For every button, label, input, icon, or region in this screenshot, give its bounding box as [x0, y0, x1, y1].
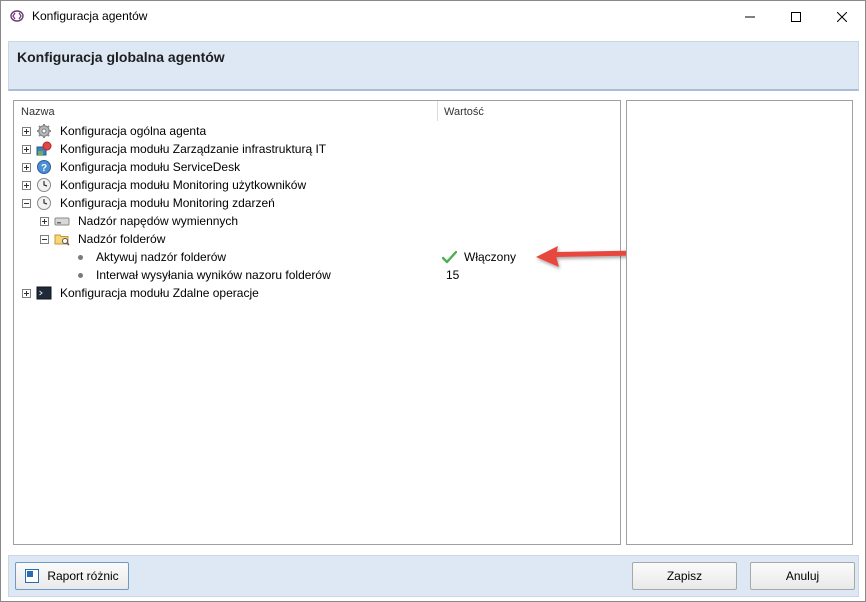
setting-label: Aktywuj nadzór folderów: [96, 250, 227, 264]
folder-search-icon: [54, 234, 70, 246]
tree-node-event-monitoring[interactable]: Konfiguracja modułu Monitoring zdarzeń: [14, 194, 620, 212]
report-differences-label: Raport różnic: [47, 569, 119, 583]
column-header-value[interactable]: Wartość: [444, 101, 484, 121]
column-header-name[interactable]: Nazwa: [21, 101, 436, 121]
bullet-icon: [78, 273, 83, 278]
save-label: Zapisz: [666, 569, 703, 583]
page-title: Konfiguracja globalna agentów: [17, 49, 225, 65]
report-differences-button[interactable]: Raport różnic: [15, 562, 129, 590]
header-band: Konfiguracja globalna agentów: [8, 41, 859, 91]
setting-value[interactable]: Włączony: [464, 250, 516, 264]
terminal-icon: [36, 286, 52, 300]
expand-icon[interactable]: [22, 181, 31, 190]
expand-icon[interactable]: [40, 217, 49, 226]
minimize-button[interactable]: [727, 1, 773, 32]
tree-node-label: Konfiguracja modułu ServiceDesk: [60, 160, 241, 174]
tree-node-label: Konfiguracja modułu Zarządzanie infrastr…: [60, 142, 327, 156]
expand-icon[interactable]: [22, 127, 31, 136]
tree-node-remote-operations[interactable]: Konfiguracja modułu Zdalne operacje: [14, 284, 620, 302]
bottom-toolbar: Raport różnic Zapisz Anuluj: [8, 555, 859, 597]
window-title: Konfiguracja agentów: [32, 9, 148, 23]
tree-node-label: Konfiguracja modułu Zdalne operacje: [60, 286, 259, 300]
close-icon: [837, 11, 847, 22]
collapse-icon[interactable]: [40, 235, 49, 244]
setting-label: Interwał wysyłania wyników nazoru folder…: [96, 268, 331, 282]
tree-node-general[interactable]: Konfiguracja ogólna agenta: [14, 122, 620, 140]
bullet-icon: [78, 255, 83, 260]
clock-icon: [37, 178, 51, 192]
drive-icon: [54, 217, 70, 226]
tree-node-label: Konfiguracja ogólna agenta: [60, 124, 207, 138]
save-button[interactable]: Zapisz: [632, 562, 737, 590]
tree-node-user-monitoring[interactable]: Konfiguracja modułu Monitoring użytkowni…: [14, 176, 620, 194]
cancel-button[interactable]: Anuluj: [750, 562, 855, 590]
tree-node-label: Konfiguracja modułu Monitoring użytkowni…: [60, 178, 307, 192]
configuration-window: Konfiguracja agentów Konfiguracja global…: [0, 0, 866, 602]
expand-icon[interactable]: [22, 163, 31, 172]
infrastructure-icon: [36, 141, 52, 156]
details-panel: [626, 100, 853, 545]
tree-node-removable-drives[interactable]: Nadzór napędów wymiennych: [14, 212, 620, 230]
tree-node-folder-supervision[interactable]: Nadzór folderów: [14, 230, 620, 248]
tree-node-infrastructure[interactable]: Konfiguracja modułu Zarządzanie infrastr…: [14, 140, 620, 158]
setting-row-activate-folder-supervision[interactable]: Aktywuj nadzór folderów Włączony: [14, 248, 620, 266]
gear-icon: [37, 124, 51, 138]
title-bar[interactable]: Konfiguracja agentów: [1, 1, 865, 32]
svg-text:?: ?: [41, 163, 47, 174]
column-separator[interactable]: [437, 101, 438, 121]
close-button[interactable]: [819, 1, 865, 32]
setting-row-send-interval[interactable]: Interwał wysyłania wyników nazoru folder…: [14, 266, 620, 284]
report-icon: [25, 569, 40, 583]
minimize-icon: [745, 16, 755, 17]
check-icon: [442, 251, 457, 264]
maximize-button[interactable]: [773, 1, 819, 32]
cancel-label: Anuluj: [785, 569, 820, 583]
tree-node-label: Nadzór folderów: [78, 232, 166, 246]
help-icon: ?: [37, 160, 51, 174]
expand-icon[interactable]: [22, 145, 31, 154]
expand-icon[interactable]: [22, 289, 31, 298]
setting-value[interactable]: 15: [446, 268, 459, 282]
tree-node-label: Nadzór napędów wymiennych: [78, 214, 239, 228]
maximize-icon: [791, 11, 801, 22]
tree-node-servicedesk[interactable]: ? Konfiguracja modułu ServiceDesk: [14, 158, 620, 176]
clock-icon: [37, 196, 51, 210]
collapse-icon[interactable]: [22, 199, 31, 208]
app-icon: [10, 10, 24, 22]
tree-node-label: Konfiguracja modułu Monitoring zdarzeń: [60, 196, 275, 210]
settings-tree[interactable]: Nazwa Wartość Konfiguracja ogólna agenta…: [13, 100, 641, 545]
